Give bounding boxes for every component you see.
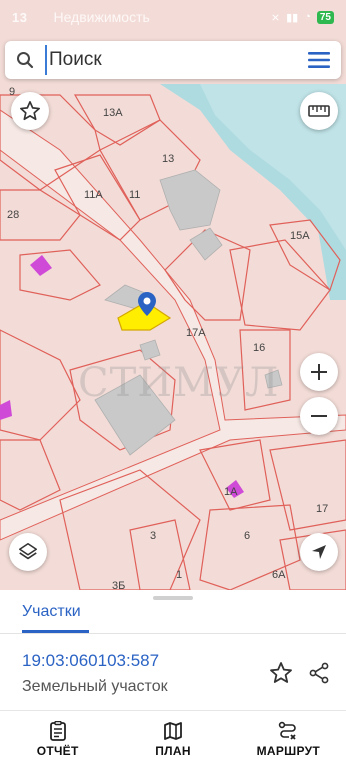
signal-icon: ▮▮ (286, 11, 299, 24)
plot-label: 28 (7, 209, 20, 221)
report-icon (49, 721, 66, 741)
cadastral-map[interactable]: 9 13А 13 11А 11 28 15А 17А 16 1А 17 3 6 … (0, 0, 346, 590)
status-icons: ⨯ ▮▮ ◔ 75 (270, 10, 334, 24)
star-icon (270, 662, 292, 683)
share-button[interactable] (304, 658, 334, 688)
plot-label: 16 (253, 342, 266, 354)
parcel-type: Земельный участок (22, 678, 168, 695)
plot-label: 6 (244, 530, 251, 542)
minus-icon (311, 415, 327, 417)
plot-label: 6А (272, 569, 286, 581)
favorite-button[interactable] (266, 658, 296, 688)
tab-divider (0, 633, 346, 634)
location-pin-icon[interactable] (138, 292, 156, 316)
star-icon (20, 101, 40, 121)
nav-report-label: ОТЧЁТ (36, 744, 79, 758)
plus-icon (311, 364, 327, 380)
plot-labels: 9 13А 13 11А 11 28 15А 17А 16 1А 17 3 6 … (0, 0, 346, 590)
share-icon (309, 662, 329, 684)
plot-label: 3Б (112, 580, 126, 590)
nav-report[interactable]: ОТЧЁТ (0, 711, 115, 768)
mute-icon: ⨯ (270, 11, 281, 24)
wifi-icon: ◔ (304, 11, 311, 23)
parcel-id-link[interactable]: 19:03:060103:587 (22, 651, 159, 671)
plot-label: 13А (103, 107, 123, 119)
status-bar: 13 Недвижимость ⨯ ▮▮ ◔ 75 (0, 0, 346, 34)
nav-plan[interactable]: ПЛАН (115, 711, 230, 768)
watermark: СТИМУЛ (78, 360, 280, 406)
status-time: 13 (12, 9, 28, 25)
map-plan-icon (164, 722, 182, 740)
plot-label: 1 (176, 569, 183, 581)
plot-label: 11 (129, 189, 141, 201)
tab-parcels[interactable]: Участки (22, 603, 81, 621)
route-icon (279, 721, 297, 740)
nav-route-label: МАРШРУТ (256, 744, 321, 758)
plot-label: 13 (162, 153, 175, 165)
zoom-out-button[interactable] (300, 397, 338, 435)
navigation-arrow-icon (312, 545, 326, 559)
plot-label: 3 (150, 530, 157, 542)
battery-badge: 75 (316, 10, 334, 24)
menu-icon[interactable] (297, 41, 341, 79)
plot-label: 1А (224, 486, 238, 498)
nav-plan-label: ПЛАН (155, 744, 191, 758)
search-icon[interactable] (5, 41, 45, 79)
layers-button[interactable] (9, 533, 47, 571)
plot-label: 11А (84, 189, 103, 201)
ruler-button[interactable] (300, 92, 338, 130)
favorites-map-button[interactable] (11, 92, 49, 130)
ruler-icon (308, 105, 330, 117)
nav-route[interactable]: МАРШРУТ (231, 711, 346, 768)
zoom-in-button[interactable] (300, 353, 338, 391)
plot-label: 15А (290, 230, 310, 242)
search-overlay-text: Недвижимость (53, 9, 150, 25)
bottom-nav: ОТЧЁТ ПЛАН МАРШРУТ (0, 710, 346, 768)
search-bar (5, 41, 341, 79)
plot-label: 17А (186, 327, 206, 339)
my-location-button[interactable] (300, 533, 338, 571)
sheet-drag-handle[interactable] (153, 596, 193, 600)
layers-icon (18, 542, 38, 560)
plot-label: 9 (9, 86, 16, 98)
plot-label: 17 (316, 503, 329, 515)
search-input[interactable] (45, 45, 297, 75)
